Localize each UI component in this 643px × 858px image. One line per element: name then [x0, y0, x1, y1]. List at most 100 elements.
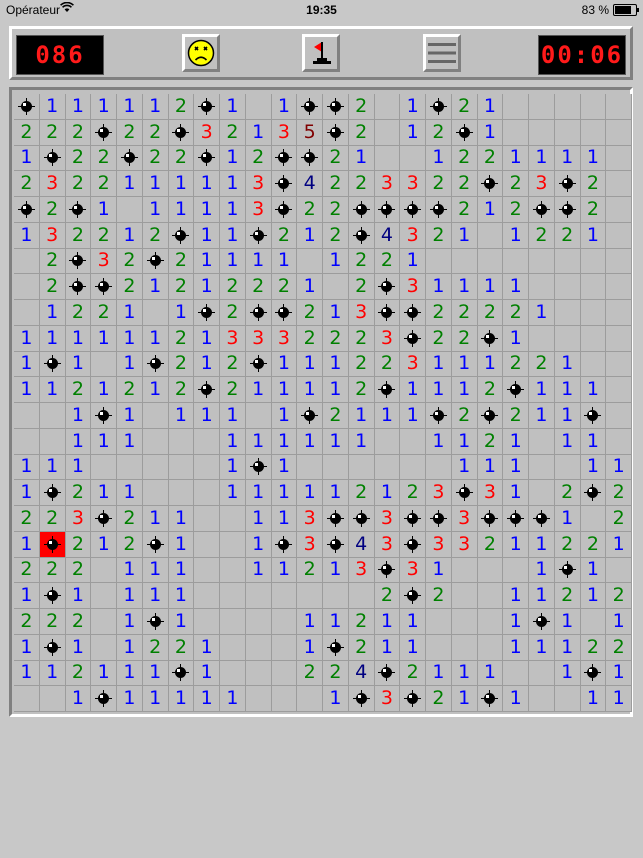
mine-cell[interactable] [271, 300, 298, 326]
empty-cell[interactable] [606, 171, 632, 197]
number-cell[interactable]: 2 [451, 300, 478, 326]
number-cell[interactable]: 1 [451, 351, 478, 378]
number-cell[interactable]: 1 [117, 583, 143, 609]
number-cell[interactable]: 2 [348, 351, 375, 378]
number-cell[interactable]: 1 [606, 609, 632, 635]
mine-cell[interactable] [426, 506, 452, 532]
number-cell[interactable]: 1 [503, 222, 529, 249]
number-cell[interactable]: 3 [400, 171, 426, 197]
empty-cell[interactable] [245, 634, 272, 661]
number-cell[interactable]: 1 [477, 454, 504, 481]
number-cell[interactable]: 1 [220, 428, 246, 455]
number-cell[interactable]: 2 [297, 325, 323, 352]
mine-cell[interactable] [297, 94, 323, 120]
empty-cell[interactable] [580, 274, 607, 300]
number-cell[interactable]: 1 [297, 609, 323, 635]
number-cell[interactable]: 2 [323, 145, 349, 172]
number-cell[interactable]: 2 [477, 145, 504, 172]
empty-cell[interactable] [323, 274, 349, 300]
empty-cell[interactable] [477, 609, 504, 635]
mine-cell[interactable] [529, 506, 555, 532]
empty-cell[interactable] [297, 248, 323, 275]
mine-cell[interactable] [529, 197, 555, 223]
mine-cell[interactable] [451, 480, 478, 506]
number-cell[interactable]: 2 [348, 171, 375, 197]
mine-cell[interactable] [117, 145, 143, 172]
number-cell[interactable]: 1 [168, 300, 195, 326]
number-cell[interactable]: 1 [426, 351, 452, 378]
number-cell[interactable]: 1 [91, 660, 117, 687]
number-cell[interactable]: 2 [91, 222, 117, 249]
number-cell[interactable]: 1 [529, 531, 555, 558]
number-cell[interactable]: 1 [91, 94, 117, 120]
empty-cell[interactable] [142, 454, 169, 481]
empty-cell[interactable] [194, 557, 220, 584]
number-cell[interactable]: 1 [580, 222, 607, 249]
number-cell[interactable]: 3 [451, 531, 478, 558]
number-cell[interactable]: 1 [426, 428, 452, 455]
empty-cell[interactable] [451, 248, 478, 275]
number-cell[interactable]: 2 [65, 119, 92, 146]
number-cell[interactable]: 2 [426, 686, 452, 712]
number-cell[interactable]: 1 [194, 197, 220, 223]
empty-cell[interactable] [554, 686, 581, 712]
number-cell[interactable]: 1 [477, 119, 504, 146]
number-cell[interactable]: 2 [606, 506, 632, 532]
mine-cell[interactable] [400, 583, 426, 609]
empty-cell[interactable] [477, 557, 504, 584]
mine-cell[interactable] [142, 609, 169, 635]
number-cell[interactable]: 1 [529, 377, 555, 403]
number-cell[interactable]: 2 [477, 300, 504, 326]
empty-cell[interactable] [220, 583, 246, 609]
number-cell[interactable]: 1 [400, 634, 426, 661]
number-cell[interactable]: 2 [14, 119, 40, 146]
empty-cell[interactable] [580, 248, 607, 275]
mine-cell[interactable] [297, 145, 323, 172]
number-cell[interactable]: 2 [271, 274, 298, 300]
number-cell[interactable]: 2 [503, 197, 529, 223]
number-cell[interactable]: 1 [503, 428, 529, 455]
number-cell[interactable]: 3 [194, 119, 220, 146]
number-cell[interactable]: 1 [323, 377, 349, 403]
number-cell[interactable]: 1 [14, 531, 40, 558]
number-cell[interactable]: 1 [142, 583, 169, 609]
empty-cell[interactable] [606, 300, 632, 326]
number-cell[interactable]: 1 [503, 480, 529, 506]
number-cell[interactable]: 2 [323, 325, 349, 352]
empty-cell[interactable] [39, 403, 66, 429]
number-cell[interactable]: 2 [14, 506, 40, 532]
number-cell[interactable]: 1 [117, 325, 143, 352]
mine-cell[interactable] [142, 351, 169, 378]
number-cell[interactable]: 2 [554, 583, 581, 609]
number-cell[interactable]: 1 [65, 583, 92, 609]
empty-cell[interactable] [14, 686, 40, 712]
number-cell[interactable]: 2 [65, 145, 92, 172]
mine-cell[interactable] [194, 145, 220, 172]
number-cell[interactable]: 1 [194, 171, 220, 197]
empty-cell[interactable] [348, 583, 375, 609]
number-cell[interactable]: 1 [194, 634, 220, 661]
number-cell[interactable]: 2 [426, 222, 452, 249]
number-cell[interactable]: 2 [477, 377, 504, 403]
empty-cell[interactable] [142, 428, 169, 455]
empty-cell[interactable] [245, 403, 272, 429]
number-cell[interactable]: 1 [245, 557, 272, 584]
empty-cell[interactable] [426, 454, 452, 481]
mine-cell[interactable] [580, 660, 607, 687]
number-cell[interactable]: 2 [374, 583, 401, 609]
number-cell[interactable]: 1 [117, 403, 143, 429]
number-cell[interactable]: 1 [503, 583, 529, 609]
empty-cell[interactable] [168, 454, 195, 481]
empty-cell[interactable] [503, 119, 529, 146]
number-cell[interactable]: 1 [580, 557, 607, 584]
empty-cell[interactable] [271, 609, 298, 635]
mine-cell[interactable] [91, 119, 117, 146]
number-cell[interactable]: 1 [554, 634, 581, 661]
number-cell[interactable]: 3 [39, 171, 66, 197]
number-cell[interactable]: 1 [65, 403, 92, 429]
number-cell[interactable]: 2 [65, 531, 92, 558]
empty-cell[interactable] [14, 300, 40, 326]
number-cell[interactable]: 1 [477, 351, 504, 378]
mine-cell[interactable] [348, 506, 375, 532]
mine-cell[interactable] [39, 351, 66, 378]
